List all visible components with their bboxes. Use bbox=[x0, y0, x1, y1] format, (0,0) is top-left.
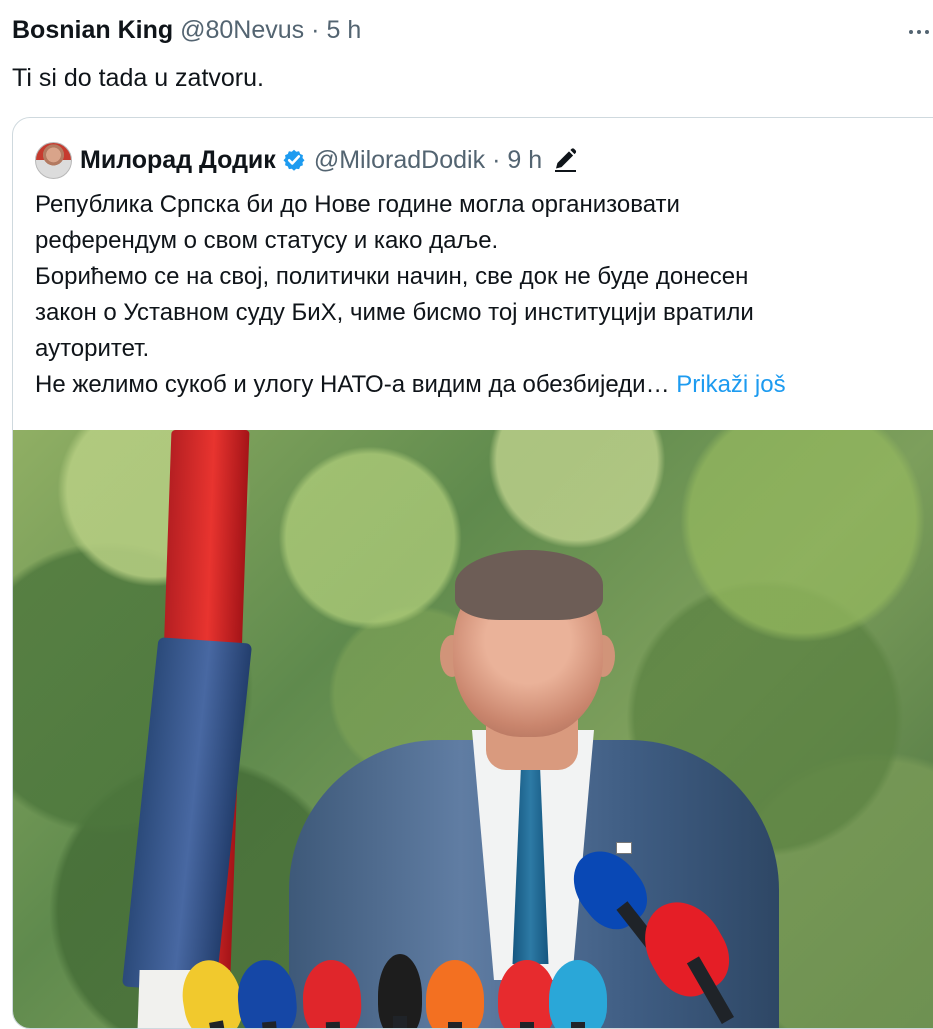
author-name[interactable]: Bosnian King bbox=[12, 18, 173, 43]
flag-image bbox=[121, 430, 272, 1028]
show-more-link[interactable]: Prikaži još bbox=[676, 371, 785, 398]
quoted-author-name[interactable]: Милорад Додик bbox=[80, 147, 276, 173]
microphone bbox=[426, 960, 484, 1028]
more-horizontal-icon bbox=[925, 30, 929, 34]
more-horizontal-icon bbox=[917, 30, 921, 34]
avatar[interactable] bbox=[35, 141, 72, 179]
header-separator: · bbox=[311, 16, 320, 44]
tweet-text: Ti si do tada u zatvoru. bbox=[12, 64, 264, 92]
quoted-tweet-card[interactable]: Милорад Додик @MiloradDodik · 9 h Републ… bbox=[12, 117, 933, 1029]
tweet-header: Bosnian King @80Nevus · 5 h bbox=[12, 18, 361, 43]
microphone bbox=[498, 960, 556, 1028]
tweet-time[interactable]: 5 h bbox=[327, 18, 362, 43]
microphone bbox=[378, 954, 422, 1028]
verified-badge-icon bbox=[282, 148, 306, 172]
microphone bbox=[549, 960, 607, 1028]
more-horizontal-icon bbox=[909, 30, 913, 34]
edit-pencil-icon bbox=[551, 146, 580, 175]
lapel-pin bbox=[616, 842, 632, 854]
quoted-tweet-photo[interactable] bbox=[13, 430, 933, 1028]
quoted-author-handle[interactable]: @MiloradDodik bbox=[314, 147, 485, 173]
quoted-tweet-time[interactable]: 9 h bbox=[507, 147, 542, 173]
quoted-tweet-text: Република Српска би до Нове године могла… bbox=[35, 187, 905, 403]
author-handle[interactable]: @80Nevus bbox=[180, 18, 304, 43]
quoted-header-separator: · bbox=[492, 145, 501, 174]
quoted-tweet-header: Милорад Додик @MiloradDodik · 9 h bbox=[35, 140, 580, 180]
hair bbox=[455, 550, 603, 620]
quoted-tweet-body-text: Република Српска би до Нове године могла… bbox=[35, 191, 754, 398]
flag-blue-stripe bbox=[121, 637, 253, 993]
more-options-button[interactable] bbox=[909, 22, 933, 42]
